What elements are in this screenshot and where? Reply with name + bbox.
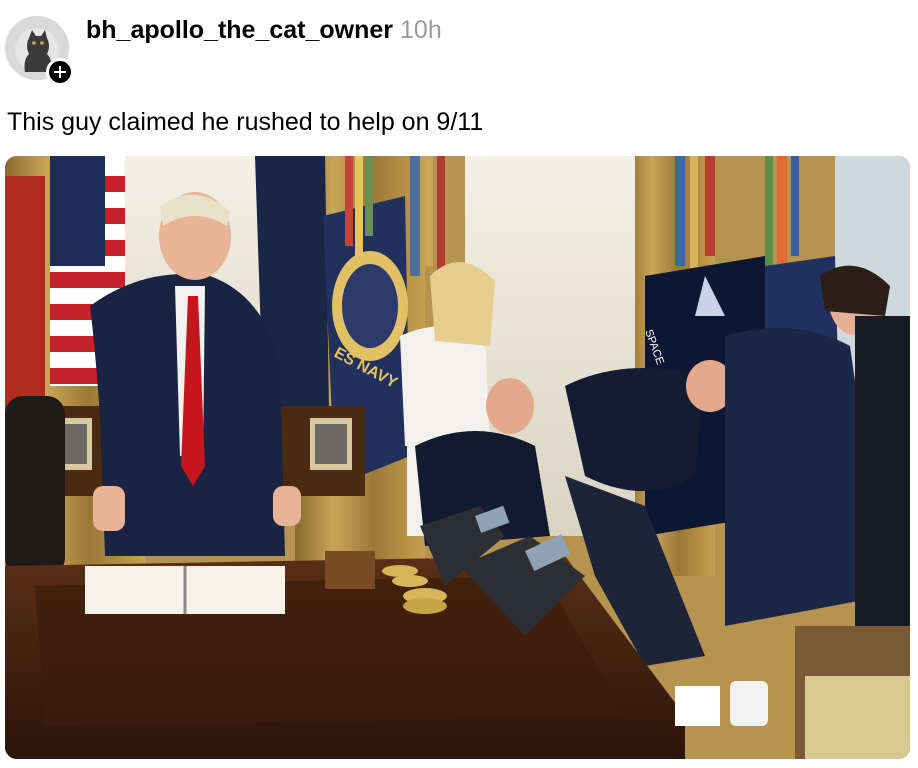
post-timestamp: 10h: [400, 16, 442, 44]
follow-plus-button[interactable]: [46, 58, 74, 86]
avatar-container[interactable]: [5, 16, 74, 86]
plus-icon: [54, 66, 66, 78]
post-card: bh_apollo_the_cat_owner 10h This guy clai…: [0, 0, 918, 768]
photo-illustration: ES NAVY SPACE: [5, 156, 910, 759]
resolute-desk: [5, 551, 685, 759]
post-caption: This guy claimed he rushed to help on 9/…: [7, 108, 484, 136]
post-photo[interactable]: ES NAVY SPACE: [5, 156, 910, 759]
post-header: [5, 15, 74, 86]
post-meta: bh_apollo_the_cat_owner 10h: [86, 15, 442, 45]
username-link[interactable]: bh_apollo_the_cat_owner: [86, 16, 393, 44]
